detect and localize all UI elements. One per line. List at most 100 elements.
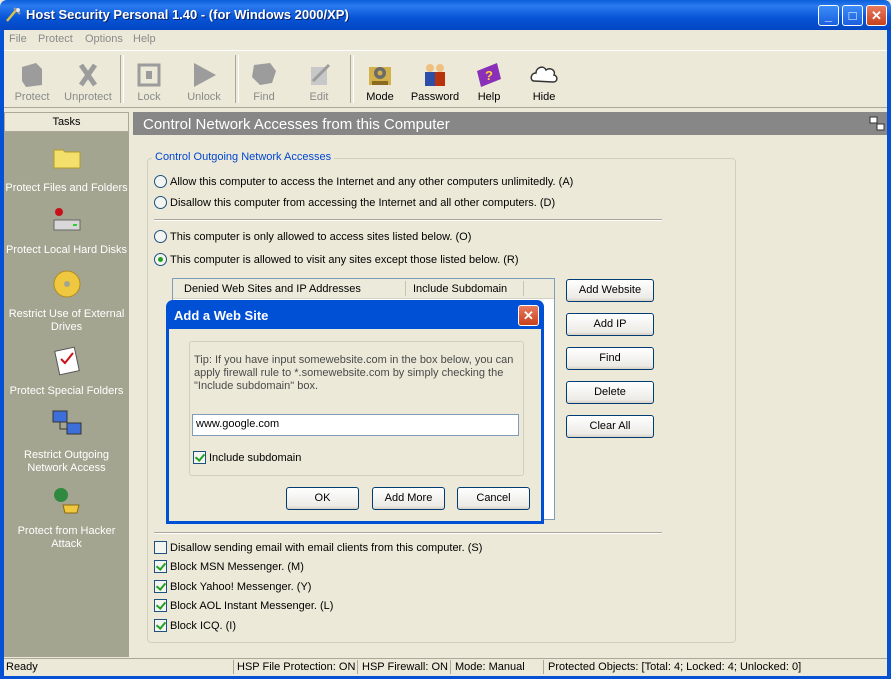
- add-more-button[interactable]: Add More: [372, 487, 445, 510]
- tasks-pane: Tasks Protect Files and Folders Protect …: [4, 112, 129, 657]
- maximize-button[interactable]: □: [842, 5, 863, 26]
- edit-label: Edit: [309, 91, 329, 103]
- close-button[interactable]: ✕: [866, 5, 887, 26]
- task-protect-files[interactable]: Protect Files and Folders: [4, 142, 129, 195]
- radio-label: This computer is only allowed to access …: [170, 231, 472, 243]
- status-divider: [233, 660, 234, 674]
- cloud-icon: [530, 66, 558, 83]
- cd-drive-icon: [53, 270, 80, 298]
- app-icon: [6, 7, 21, 22]
- help-icon: ?: [477, 63, 501, 87]
- list-header: Denied Web Sites and IP Addresses Includ…: [173, 279, 554, 299]
- dialog-close-button[interactable]: ✕: [518, 305, 539, 326]
- clear-all-button[interactable]: Clear All: [566, 415, 654, 438]
- protect-label: Protect: [14, 91, 50, 103]
- column-include-subdomain[interactable]: Include Subdomain: [413, 283, 507, 295]
- maximize-icon: □: [848, 8, 857, 23]
- toolbar: Protect Unprotect Lock Unlock Find Edit …: [4, 50, 887, 108]
- radio-button[interactable]: [154, 175, 167, 188]
- column-denied-sites[interactable]: Denied Web Sites and IP Addresses: [184, 283, 361, 295]
- checkbox-label: Block ICQ. (I): [170, 620, 237, 632]
- network-small-icon: [869, 116, 885, 131]
- minimize-button[interactable]: _: [818, 5, 839, 26]
- menu-help[interactable]: Help: [133, 33, 156, 45]
- lock-button[interactable]: Lock: [123, 53, 175, 105]
- add-website-button[interactable]: Add Website: [566, 279, 654, 302]
- hard-disk-icon: [53, 208, 80, 231]
- tip-text: Tip: If you have input somewebsite.com i…: [194, 354, 514, 392]
- protect-icon: [22, 63, 42, 87]
- delete-button[interactable]: Delete: [566, 381, 654, 404]
- mode-button[interactable]: Mode: [354, 53, 406, 105]
- unprotect-label: Unprotect: [64, 91, 112, 103]
- svg-text:?: ?: [485, 68, 493, 83]
- checkbox[interactable]: [154, 619, 167, 632]
- radio-button[interactable]: [154, 196, 167, 209]
- checkbox-label: Include subdomain: [209, 452, 302, 464]
- find-button[interactable]: Find: [566, 347, 654, 370]
- checkbox[interactable]: [193, 451, 206, 464]
- mode-icon: [369, 67, 391, 85]
- divider: [154, 532, 662, 534]
- task-protect-hacker[interactable]: Protect from Hacker Attack: [4, 485, 129, 551]
- cancel-button[interactable]: Cancel: [457, 487, 530, 510]
- task-restrict-network[interactable]: Restrict Outgoing Network Access: [4, 409, 129, 475]
- status-divider: [450, 660, 451, 674]
- task-protect-disks[interactable]: Protect Local Hard Disks: [4, 204, 129, 257]
- close-icon: ✕: [523, 307, 534, 323]
- protect-button[interactable]: Protect: [6, 53, 58, 105]
- tasks-header: Tasks: [4, 112, 129, 132]
- password-icon: [425, 64, 445, 86]
- status-file-protection: HSP File Protection: ON: [237, 661, 356, 673]
- help-button[interactable]: ? Help: [463, 53, 515, 105]
- lock-icon: [137, 63, 161, 87]
- status-protected-objects: Protected Objects: [Total: 4; Locked: 4;…: [548, 661, 802, 673]
- title-bar[interactable]: Host Security Personal 1.40 - (for Windo…: [0, 0, 891, 30]
- status-divider: [543, 660, 544, 674]
- task-label: Restrict Outgoing Network Access: [24, 449, 109, 474]
- menu-protect[interactable]: Protect: [38, 33, 73, 45]
- menu-file[interactable]: File: [9, 33, 27, 45]
- add-website-dialog: Add a Web Site ✕ Tip: If you have input …: [166, 300, 544, 524]
- minimize-icon: _: [824, 8, 833, 23]
- find-icon: [252, 63, 276, 85]
- radio-button[interactable]: [154, 253, 167, 266]
- menu-options[interactable]: Options: [85, 33, 123, 45]
- hide-label: Hide: [532, 91, 556, 103]
- find-button[interactable]: Find: [238, 53, 290, 105]
- hide-button[interactable]: Hide: [518, 53, 570, 105]
- status-firewall: HSP Firewall: ON: [362, 661, 448, 673]
- close-icon: ✕: [871, 7, 882, 23]
- checkbox[interactable]: [154, 599, 167, 612]
- checkbox-label: Block Yahoo! Messenger. (Y): [170, 581, 312, 593]
- divider: [154, 219, 662, 221]
- checkbox-label: Block AOL Instant Messenger. (L): [170, 600, 334, 612]
- folder-icon: [53, 149, 80, 169]
- unlock-icon: [194, 63, 216, 87]
- status-mode: Mode: Manual: [455, 661, 525, 673]
- window-title: Host Security Personal 1.40 - (for Windo…: [26, 7, 349, 22]
- password-button[interactable]: Password: [409, 53, 461, 105]
- radio-button[interactable]: [154, 230, 167, 243]
- clipboard-icon: [53, 346, 80, 376]
- checkbox[interactable]: [154, 560, 167, 573]
- unlock-button[interactable]: Unlock: [178, 53, 230, 105]
- add-ip-button[interactable]: Add IP: [566, 313, 654, 336]
- radio-label: This computer is allowed to visit any si…: [170, 254, 519, 266]
- unprotect-button[interactable]: Unprotect: [62, 53, 114, 105]
- checkbox[interactable]: [154, 541, 167, 554]
- task-label: Protect Files and Folders: [5, 182, 128, 194]
- website-input[interactable]: www.google.com: [192, 414, 519, 436]
- column-divider: [523, 281, 524, 296]
- checkbox-label: Disallow sending email with email client…: [170, 542, 483, 554]
- window-frame-right: [887, 30, 891, 679]
- column-divider: [405, 281, 406, 296]
- checkbox[interactable]: [154, 580, 167, 593]
- group-caption: Control Outgoing Network Accesses: [152, 151, 335, 163]
- edit-button[interactable]: Edit: [293, 53, 345, 105]
- task-protect-special-folders[interactable]: Protect Special Folders: [4, 345, 129, 398]
- task-restrict-drives[interactable]: Restrict Use of External Drives: [4, 268, 129, 334]
- ok-button[interactable]: OK: [286, 487, 359, 510]
- radio-label: Allow this computer to access the Intern…: [170, 176, 574, 188]
- task-label: Protect from Hacker Attack: [17, 525, 116, 550]
